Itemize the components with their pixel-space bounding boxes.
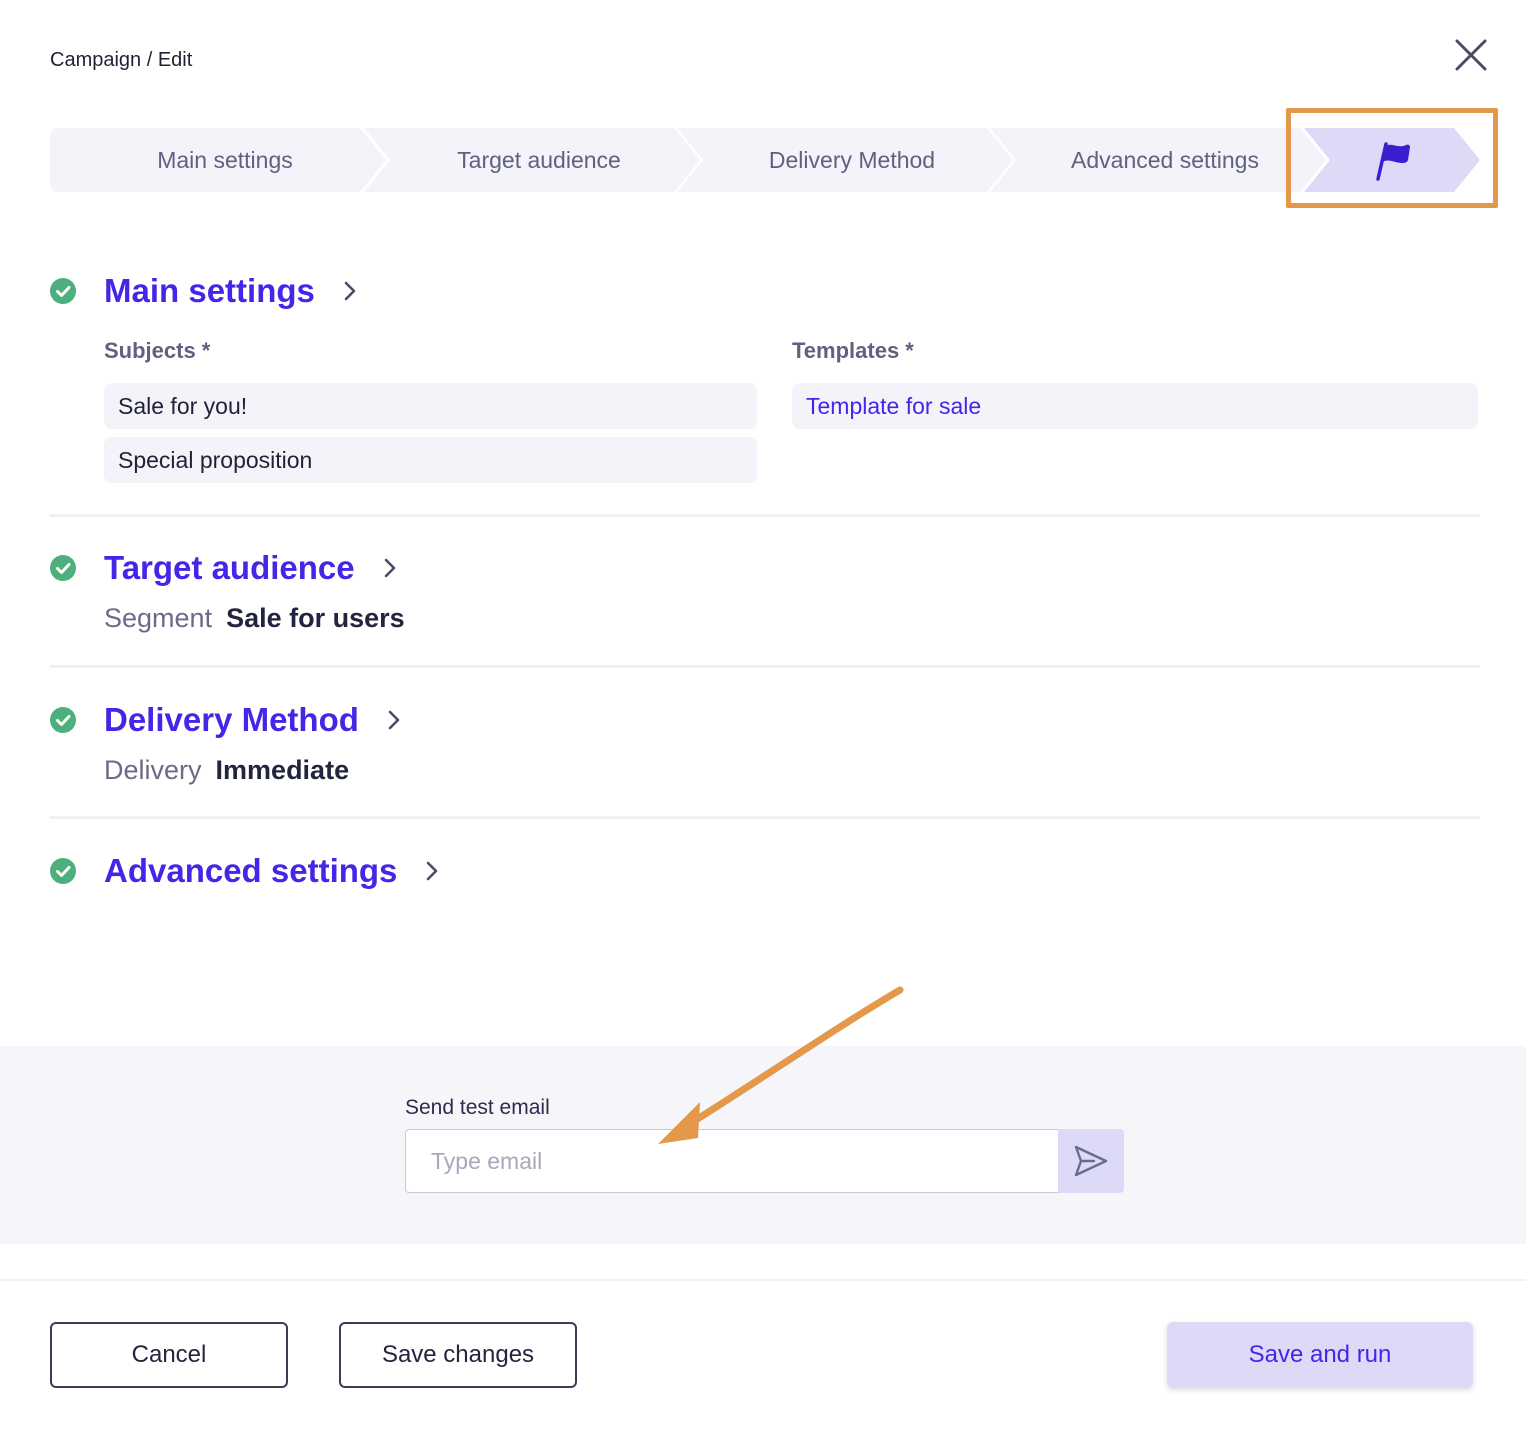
check-circle-icon xyxy=(50,707,76,733)
stepper: Main settings Target audience Delivery M… xyxy=(50,128,1480,192)
check-circle-icon xyxy=(50,858,76,884)
save-changes-button[interactable]: Save changes xyxy=(339,1322,577,1388)
templates-label: Templates * xyxy=(792,338,914,363)
segment-value: Sale for users xyxy=(226,603,405,633)
step-label: Target audience xyxy=(457,146,621,173)
step-label: Advanced settings xyxy=(1071,146,1259,173)
chevron-right-icon[interactable] xyxy=(421,860,443,882)
delivery-key: Delivery xyxy=(104,755,202,785)
delivery-row: Delivery Immediate xyxy=(104,755,349,786)
section-title-delivery-method[interactable]: Delivery Method xyxy=(104,701,359,739)
segment-row: Segment Sale for users xyxy=(104,603,405,634)
subject-item: Special proposition xyxy=(104,437,757,483)
section-advanced-settings: Advanced settings xyxy=(50,851,1480,891)
footer-divider xyxy=(0,1279,1526,1281)
section-divider xyxy=(50,665,1480,668)
section-delivery-method: Delivery Method xyxy=(50,700,1480,740)
section-target-audience: Target audience xyxy=(50,548,1480,588)
step-target-audience[interactable]: Target audience xyxy=(364,128,700,192)
cancel-button[interactable]: Cancel xyxy=(50,1322,288,1388)
check-circle-icon xyxy=(50,278,76,304)
chevron-right-icon[interactable] xyxy=(379,557,401,579)
subjects-label: Subjects * xyxy=(104,338,211,363)
close-button[interactable] xyxy=(1450,34,1492,76)
chevron-right-icon[interactable] xyxy=(383,709,405,731)
section-title-advanced-settings[interactable]: Advanced settings xyxy=(104,852,397,890)
highlight-annotation xyxy=(1286,108,1498,208)
step-delivery-method[interactable]: Delivery Method xyxy=(677,128,1013,192)
subject-item: Sale for you! xyxy=(104,383,757,429)
segment-key: Segment xyxy=(104,603,213,633)
section-main-settings: Main settings xyxy=(50,271,1480,311)
section-divider xyxy=(50,816,1480,819)
section-title-target-audience[interactable]: Target audience xyxy=(104,549,355,587)
arrow-annotation-icon xyxy=(658,986,904,1144)
section-title-main-settings[interactable]: Main settings xyxy=(104,272,315,310)
test-email-label: Send test email xyxy=(405,1096,550,1119)
send-test-email-button[interactable] xyxy=(1058,1129,1124,1193)
template-link[interactable]: Template for sale xyxy=(792,383,1478,429)
step-label: Delivery Method xyxy=(768,146,936,173)
step-label: Main settings xyxy=(157,146,293,173)
close-icon xyxy=(1455,39,1487,71)
save-and-run-button[interactable]: Save and run xyxy=(1167,1322,1473,1388)
chevron-right-icon[interactable] xyxy=(339,280,361,302)
check-circle-icon xyxy=(50,555,76,581)
step-advanced-settings[interactable]: Advanced settings xyxy=(990,128,1326,192)
section-divider xyxy=(50,514,1480,517)
step-main-settings[interactable]: Main settings xyxy=(50,128,386,192)
delivery-value: Immediate xyxy=(215,755,350,785)
breadcrumb: Campaign / Edit xyxy=(50,49,193,71)
send-icon xyxy=(1074,1145,1108,1177)
